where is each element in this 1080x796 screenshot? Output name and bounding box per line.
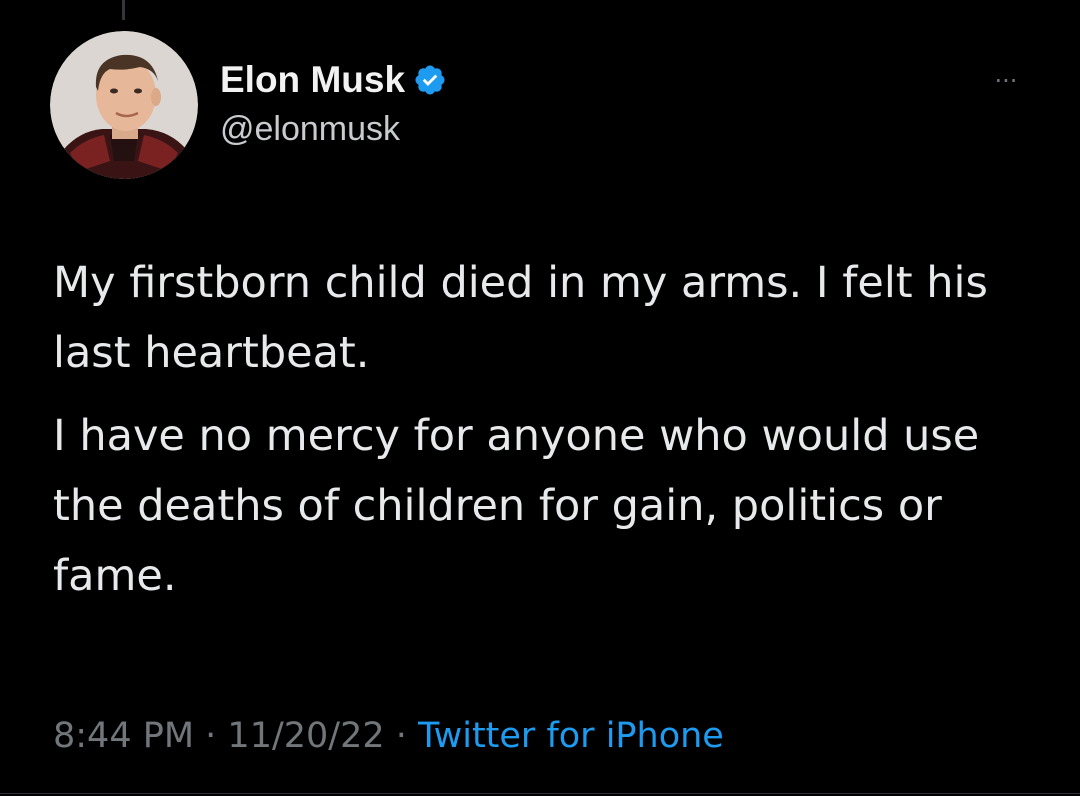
avatar[interactable] (50, 31, 198, 179)
author-display-name[interactable]: Elon Musk (220, 59, 405, 101)
meta-separator: · (384, 716, 419, 756)
author-name-row: Elon Musk (220, 54, 447, 106)
meta-separator: · (194, 716, 228, 756)
tweet-time[interactable]: 8:44 PM (53, 716, 194, 756)
thread-connector-line (122, 0, 125, 20)
avatar-photo (50, 31, 198, 179)
tweet-paragraph-1: My firstborn child died in my arms. I fe… (53, 258, 988, 378)
tweet-date[interactable]: 11/20/22 (227, 716, 384, 756)
author-handle[interactable]: @elonmusk (220, 110, 400, 149)
tweet-text: My firstborn child died in my arms. I fe… (53, 248, 1043, 624)
tweet-meta: 8:44 PM · 11/20/22 · Twitter for iPhone (53, 713, 724, 759)
tweet-paragraph-2: I have no mercy for anyone who would use… (53, 411, 980, 601)
more-options-icon[interactable]: ··· (981, 66, 1031, 96)
divider (0, 793, 1080, 794)
tweet-source-link[interactable]: Twitter for iPhone (418, 716, 724, 756)
verified-badge-icon (413, 63, 447, 97)
